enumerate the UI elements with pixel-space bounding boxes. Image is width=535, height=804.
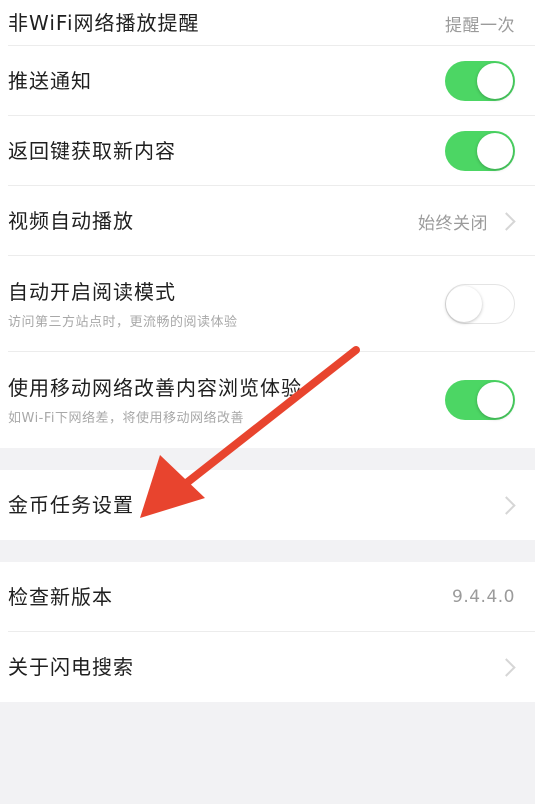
setting-about-app[interactable]: 关于闪电搜索	[0, 632, 535, 702]
chevron-right-icon	[497, 495, 516, 515]
toggle-knob	[477, 382, 513, 418]
setting-description: 如Wi-Fi下网络差，将使用移动网络改善	[8, 411, 245, 426]
setting-label: 推送通知	[8, 69, 92, 93]
setting-push-notifications: 推送通知	[0, 46, 535, 116]
setting-video-autoplay[interactable]: 视频自动播放 始终关闭	[0, 186, 535, 256]
setting-label: 使用移动网络改善内容浏览体验	[8, 376, 302, 400]
setting-description: 访问第三方站点时，更流畅的阅读体验	[8, 315, 238, 330]
setting-value: 提醒一次	[445, 15, 515, 36]
settings-page: 非WiFi网络播放提醒 提醒一次 推送通知 返回键获取新内容 视频自动播放 始终…	[0, 0, 535, 804]
mobile-network-boost-toggle[interactable]	[445, 380, 515, 420]
setting-auto-reader-mode: 自动开启阅读模式 访问第三方站点时，更流畅的阅读体验	[0, 256, 535, 352]
settings-group-general: 非WiFi网络播放提醒 提醒一次 推送通知 返回键获取新内容 视频自动播放 始终…	[0, 0, 535, 448]
auto-reader-mode-toggle[interactable]	[445, 284, 515, 324]
version-value: 9.4.4.0	[452, 587, 515, 607]
setting-back-key-refresh: 返回键获取新内容	[0, 116, 535, 186]
toggle-knob	[477, 63, 513, 99]
setting-label: 关于闪电搜索	[8, 655, 134, 679]
setting-label: 非WiFi网络播放提醒	[8, 11, 200, 35]
section-gap	[0, 540, 535, 562]
section-gap	[0, 448, 535, 470]
setting-label: 返回键获取新内容	[8, 139, 176, 163]
toggle-knob	[477, 133, 513, 169]
setting-label: 视频自动播放	[8, 209, 134, 233]
push-notifications-toggle[interactable]	[445, 61, 515, 101]
back-key-refresh-toggle[interactable]	[445, 131, 515, 171]
setting-mobile-network-boost: 使用移动网络改善内容浏览体验 如Wi-Fi下网络差，将使用移动网络改善	[0, 352, 535, 448]
setting-label: 检查新版本	[8, 585, 113, 609]
setting-non-wifi-reminder[interactable]: 非WiFi网络播放提醒 提醒一次	[0, 0, 535, 46]
setting-check-update[interactable]: 检查新版本 9.4.4.0	[0, 562, 535, 632]
setting-label: 金币任务设置	[8, 493, 134, 517]
setting-value: 始终关闭	[418, 213, 488, 234]
chevron-right-icon	[497, 657, 516, 677]
chevron-right-icon	[497, 211, 516, 231]
setting-coin-tasks[interactable]: 金币任务设置	[0, 470, 535, 540]
settings-group-coins: 金币任务设置	[0, 470, 535, 540]
setting-label: 自动开启阅读模式	[8, 280, 176, 304]
toggle-knob	[446, 285, 482, 322]
settings-group-about: 检查新版本 9.4.4.0 关于闪电搜索	[0, 562, 535, 702]
